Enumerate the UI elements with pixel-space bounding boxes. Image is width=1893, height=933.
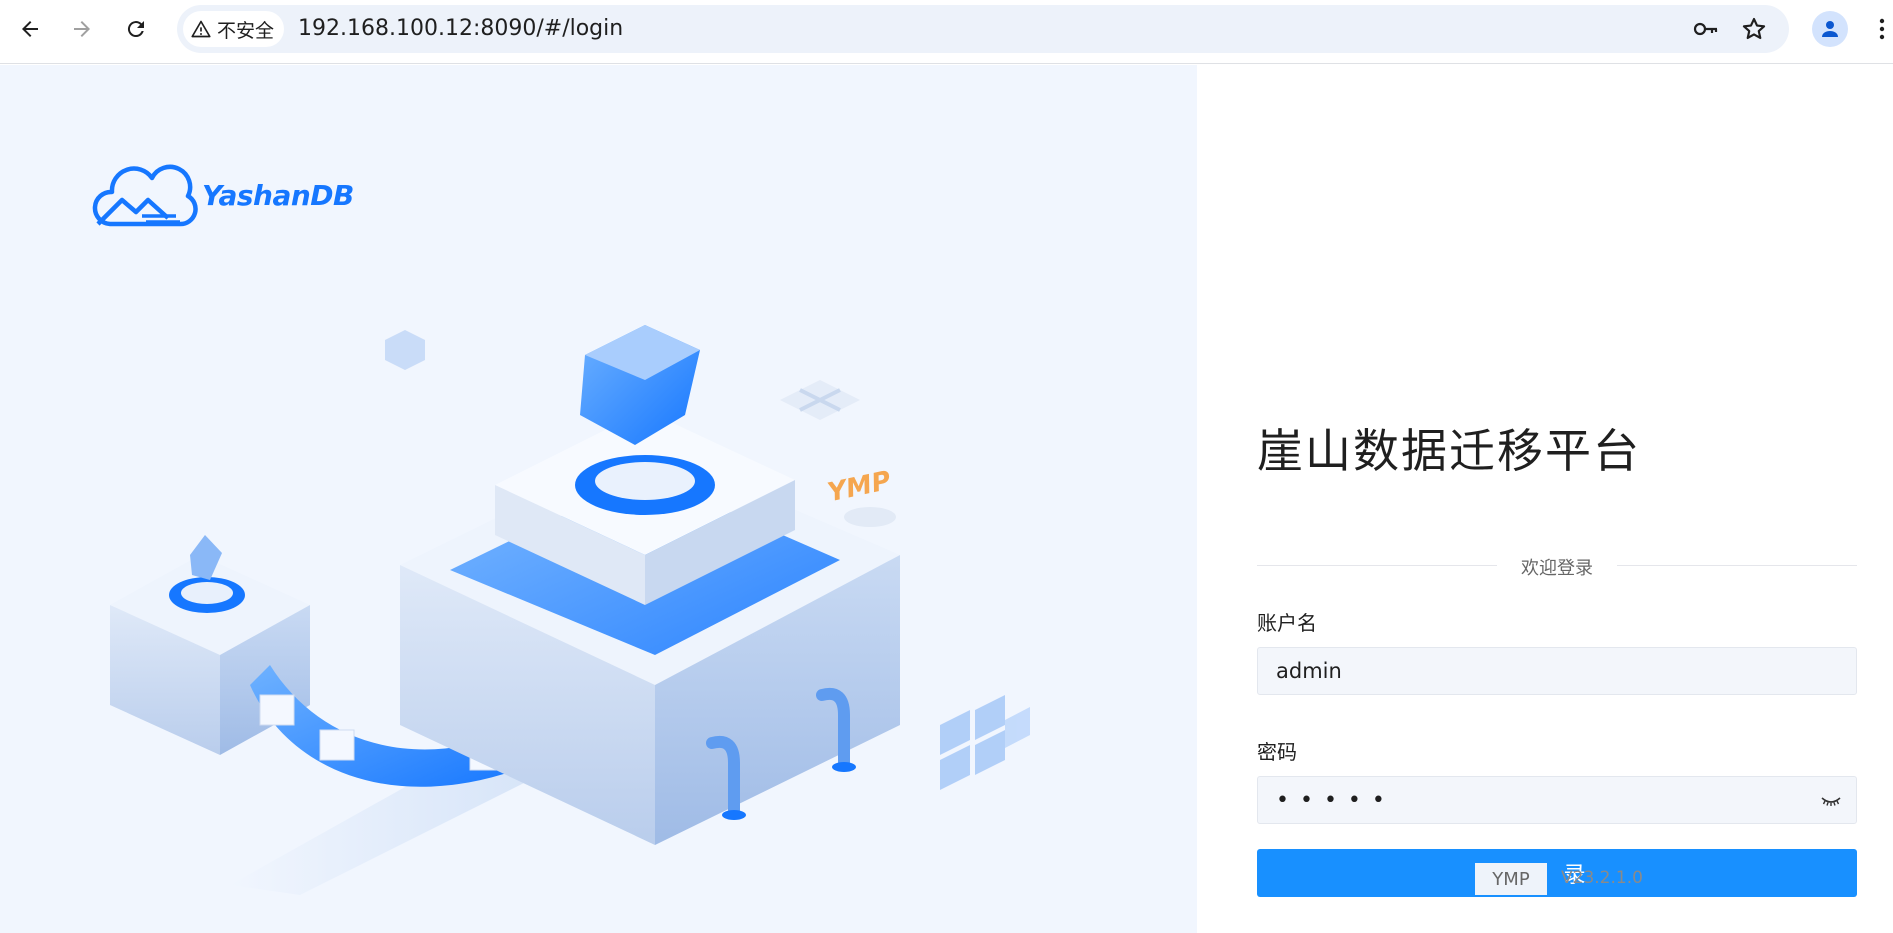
reload-button[interactable]: [118, 11, 154, 47]
key-icon[interactable]: [1691, 14, 1721, 44]
reload-icon: [127, 21, 144, 38]
logo-text: YashanDB: [202, 178, 354, 212]
menu-icon: [1879, 18, 1885, 40]
welcome-divider: 欢迎登录: [1257, 554, 1857, 579]
security-label: 不安全: [217, 19, 275, 42]
version-text: V23.2.1.0: [1561, 868, 1643, 888]
security-chip[interactable]: 不安全: [183, 11, 285, 47]
url-text[interactable]: 192.168.100.12:8090/#/login: [298, 16, 623, 41]
warning-icon: [191, 20, 211, 38]
hero-sign-text: YMP: [825, 466, 894, 509]
login-button[interactable]: 登 录: [1257, 849, 1857, 897]
menu-button[interactable]: [1872, 11, 1892, 47]
welcome-text: 欢迎登录: [1521, 558, 1593, 579]
page-title: 崖山数据迁移平台: [1257, 424, 1641, 478]
username-field[interactable]: admin: [1257, 647, 1857, 695]
username-value: admin: [1276, 659, 1342, 683]
login-page: YashanDB YMP 崖山数据迁移平台 欢迎登录 账户名 admin 密码 …: [0, 65, 1893, 933]
browser-toolbar: 不安全 192.168.100.12:8090/#/login: [0, 0, 1893, 64]
password-label: 密码: [1257, 740, 1297, 764]
star-icon[interactable]: [1739, 14, 1769, 44]
cloud-logo-icon: [92, 164, 198, 227]
profile-button[interactable]: [1812, 11, 1848, 47]
back-icon: [22, 21, 38, 37]
eye-closed-icon[interactable]: [1820, 789, 1842, 811]
username-label: 账户名: [1257, 611, 1317, 635]
password-field[interactable]: •••••: [1257, 776, 1857, 824]
ymp-badge: YMP: [1475, 863, 1547, 895]
forward-icon: [74, 21, 90, 37]
password-mask: •••••: [1276, 787, 1396, 813]
login-panel: 崖山数据迁移平台 欢迎登录 账户名 admin 密码 ••••• 登 录 YMP…: [1197, 65, 1893, 933]
illustration-panel: YashanDB YMP: [0, 65, 1197, 933]
hero-illustration: YMP: [110, 325, 1030, 895]
divider-line-right: [1617, 565, 1857, 566]
brand-logo: YashanDB: [92, 160, 354, 230]
profile-icon: [1822, 21, 1838, 37]
back-button[interactable]: [12, 11, 48, 47]
forward-button[interactable]: [64, 11, 100, 47]
address-bar[interactable]: 不安全 192.168.100.12:8090/#/login: [177, 5, 1789, 53]
